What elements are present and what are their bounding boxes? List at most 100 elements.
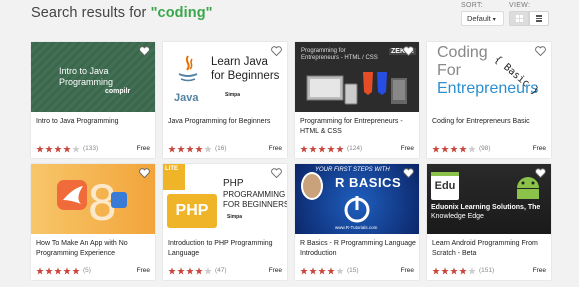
thumb-brand: www.R-Tutorials.com xyxy=(335,225,378,230)
wishlist-heart-icon[interactable] xyxy=(139,168,150,178)
star-empty-icon xyxy=(204,144,212,152)
course-card[interactable]: YOUR FIRST STEPS WITH R BASICS www.R-Tut… xyxy=(295,164,419,280)
star-filled-icon xyxy=(336,144,344,152)
star-filled-icon xyxy=(63,266,71,274)
rating-stars xyxy=(300,144,344,153)
page-title: Search results for "coding" xyxy=(31,5,213,21)
star-filled-icon xyxy=(450,266,458,274)
thumb-text: Learn Java xyxy=(211,56,268,68)
star-filled-icon xyxy=(318,266,326,274)
rating-count: (47) xyxy=(215,267,227,274)
course-title[interactable]: Coding for Entrepreneurs Basic xyxy=(432,117,548,127)
thumb-logo-text: Java xyxy=(174,92,199,104)
wishlist-heart-icon[interactable] xyxy=(403,168,414,178)
star-filled-icon xyxy=(72,266,80,274)
course-card[interactable]: 8 How To Make An App with No Programming… xyxy=(31,164,155,280)
instructor-photo xyxy=(301,172,323,200)
star-filled-icon xyxy=(318,144,326,152)
course-title[interactable]: Intro to Java Programming xyxy=(36,117,152,127)
app-icons-graphic: 8 xyxy=(57,176,127,230)
course-card[interactable]: LITE PHP PHP PROGRAMMING FOR BEGINNERS S… xyxy=(163,164,287,280)
course-thumbnail: YOUR FIRST STEPS WITH R BASICS www.R-Tut… xyxy=(295,164,419,234)
wishlist-heart-icon[interactable] xyxy=(535,168,546,178)
star-filled-icon xyxy=(450,144,458,152)
power-icon xyxy=(344,196,370,223)
search-query: "coding" xyxy=(150,5,213,21)
course-title[interactable]: How To Make An App with No Programming E… xyxy=(36,239,152,258)
course-price: Free xyxy=(532,145,546,152)
wishlist-heart-icon[interactable] xyxy=(271,168,282,178)
course-title[interactable]: Learn Android Programming From Scratch -… xyxy=(432,239,548,258)
thumb-text: PROGRAMMING xyxy=(223,190,286,199)
star-filled-icon xyxy=(441,144,449,152)
star-filled-icon xyxy=(327,144,335,152)
star-filled-icon xyxy=(54,266,62,274)
course-card[interactable]: Programming for Entrepreneurs - HTML / C… xyxy=(295,42,419,158)
rating-count: (133) xyxy=(83,145,99,152)
wishlist-heart-icon[interactable] xyxy=(403,46,414,56)
course-price: Free xyxy=(400,267,414,274)
list-view-button[interactable] xyxy=(529,11,549,26)
star-filled-icon xyxy=(441,266,449,274)
star-empty-icon xyxy=(72,144,80,152)
star-filled-icon xyxy=(45,266,53,274)
star-filled-icon xyxy=(36,144,44,152)
rating-count: (98) xyxy=(479,145,491,152)
wishlist-heart-icon[interactable] xyxy=(271,46,282,56)
star-filled-icon xyxy=(45,144,53,152)
star-filled-icon xyxy=(36,266,44,274)
course-thumbnail: LITE PHP PHP PROGRAMMING FOR BEGINNERS S… xyxy=(163,164,287,234)
course-price: Free xyxy=(268,145,282,152)
star-filled-icon xyxy=(432,266,440,274)
lite-badge: LITE xyxy=(163,164,185,190)
star-empty-icon xyxy=(468,144,476,152)
thumb-text: Programming for xyxy=(301,48,346,54)
course-price: Free xyxy=(400,145,414,152)
thumb-brand: compilr xyxy=(105,88,131,95)
course-title[interactable]: R Basics - R Programming Language Introd… xyxy=(300,239,416,258)
wishlist-heart-icon[interactable] xyxy=(535,46,546,56)
course-card[interactable]: Coding For Entrepreneurs { Basic } Codin… xyxy=(427,42,551,158)
thumb-logo-text: PHP xyxy=(167,194,217,228)
star-filled-icon xyxy=(168,144,176,152)
rating-stars xyxy=(432,266,476,275)
course-thumbnail: Programming for Entrepreneurs - HTML / C… xyxy=(295,42,419,112)
star-filled-icon xyxy=(54,144,62,152)
star-filled-icon xyxy=(309,266,317,274)
thumb-text: Knowledge Edge xyxy=(431,213,484,220)
devices-icon xyxy=(306,72,407,105)
course-price: Free xyxy=(532,267,546,274)
sort-label: SORT: xyxy=(461,2,483,9)
course-price: Free xyxy=(136,267,150,274)
thumb-text: FOR BEGINNERS xyxy=(223,200,287,209)
star-filled-icon xyxy=(177,144,185,152)
grid-icon xyxy=(515,15,523,22)
rating-count: (15) xyxy=(347,267,359,274)
star-filled-icon xyxy=(459,144,467,152)
course-title[interactable]: Programming for Entrepreneurs - HTML & C… xyxy=(300,117,416,136)
thumb-brand: Simpa xyxy=(225,92,241,98)
rating-stars xyxy=(168,266,212,275)
star-filled-icon xyxy=(300,266,308,274)
sort-dropdown[interactable]: Default ▾ xyxy=(461,11,504,26)
course-title[interactable]: Java Programming for Beginners xyxy=(168,117,284,127)
star-filled-icon xyxy=(459,266,467,274)
star-filled-icon xyxy=(63,144,71,152)
rating-count: (124) xyxy=(347,145,363,152)
course-thumbnail: Edu Eduonix Learning Solutions, The Know… xyxy=(427,164,551,234)
course-thumbnail: 8 xyxy=(31,164,155,234)
star-filled-icon xyxy=(186,144,194,152)
thumb-text: Entrepreneurs - HTML / CSS xyxy=(301,55,378,61)
course-card[interactable]: Edu Eduonix Learning Solutions, The Know… xyxy=(427,164,551,280)
thumb-text: PHP xyxy=(223,178,244,189)
star-empty-icon xyxy=(468,266,476,274)
course-card[interactable]: Intro to Java Programming compilr Intro … xyxy=(31,42,155,158)
wishlist-heart-icon[interactable] xyxy=(139,46,150,56)
course-card[interactable]: Java Learn Java for Beginners Simpa Java… xyxy=(163,42,287,158)
course-price: Free xyxy=(268,267,282,274)
grid-view-button[interactable] xyxy=(509,11,529,26)
thumb-brand: Simpa xyxy=(227,214,243,220)
eduonix-logo: Edu xyxy=(431,172,459,200)
course-title[interactable]: Introduction to PHP Programming Language xyxy=(168,239,284,258)
list-icon xyxy=(536,15,542,22)
